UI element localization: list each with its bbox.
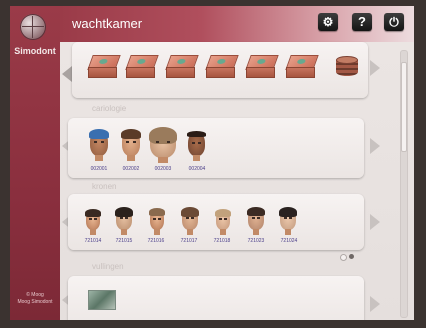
simodont-globe-icon <box>20 14 46 40</box>
case-box-2[interactable] <box>125 55 159 78</box>
pager-dot-1[interactable] <box>340 254 347 261</box>
sidebar-footer: © Moog Moog Simodont <box>17 292 53 305</box>
patient-id-label: 721015 <box>115 238 133 244</box>
category-label-vullingen: vullingen <box>92 262 124 271</box>
patient-id-label: 002002 <box>122 166 140 172</box>
patient-face-721015[interactable] <box>115 207 133 235</box>
patient-id-label: 721017 <box>180 238 198 244</box>
case-box-3[interactable] <box>165 55 199 78</box>
patient-face-002001[interactable] <box>89 129 109 161</box>
patient-face-721023[interactable] <box>247 207 265 235</box>
case-box-5[interactable] <box>245 55 279 78</box>
screen: Simodont © Moog Moog Simodont wachtkamer… <box>10 6 414 320</box>
case-box-6[interactable] <box>285 55 319 78</box>
help-button[interactable]: ? <box>352 13 372 31</box>
patient-id-label: 002003 <box>154 166 172 172</box>
scrollbar-thumb[interactable] <box>401 62 407 152</box>
patient-face-721024[interactable] <box>279 207 297 235</box>
case-cylinder-7[interactable] <box>336 56 358 78</box>
case-thumbnail[interactable] <box>88 290 116 310</box>
scroll-right-arrow-row-2[interactable] <box>370 138 380 154</box>
category-label-kronen: kronen <box>92 182 117 191</box>
scroll-right-arrow-row-1[interactable] <box>370 60 380 76</box>
patient-id-label: 721018 <box>213 238 231 244</box>
patient-face-002002[interactable] <box>121 129 141 161</box>
logo-text: Simodont <box>14 46 56 56</box>
settings-button[interactable]: ⚙ <box>318 13 338 31</box>
patient-face-002004[interactable] <box>187 131 206 161</box>
patient-id-label: 721016 <box>147 238 165 244</box>
patient-face-721016[interactable] <box>149 208 165 235</box>
patient-id-label: 721024 <box>280 238 298 244</box>
help-label: ? <box>358 14 366 29</box>
sidebar: Simodont © Moog Moog Simodont <box>10 6 60 320</box>
patient-id-label: 721014 <box>84 238 102 244</box>
patient-face-721014[interactable] <box>85 209 101 235</box>
patient-face-721018[interactable] <box>215 209 231 235</box>
patient-face-721017[interactable] <box>181 207 199 235</box>
patient-face-002003[interactable] <box>149 127 177 163</box>
case-box-1[interactable] <box>87 55 121 78</box>
gears-icon: ⚙ <box>322 15 334 29</box>
patient-id-label: 002001 <box>90 166 108 172</box>
scroll-right-arrow-row-3[interactable] <box>370 214 380 230</box>
scroll-right-arrow-row-4[interactable] <box>370 296 380 312</box>
patient-id-label: 002004 <box>188 166 206 172</box>
patient-id-label: 721023 <box>247 238 265 244</box>
pager-dot-2-active[interactable] <box>349 254 354 259</box>
power-button[interactable]: ⏻ <box>384 13 404 31</box>
category-label-cariology: cariologie <box>92 104 127 113</box>
page-title: wachtkamer <box>72 16 143 31</box>
case-box-4[interactable] <box>205 55 239 78</box>
power-icon: ⏻ <box>389 15 399 29</box>
case-panel-cariology <box>72 42 368 98</box>
top-bar: wachtkamer ⚙ ? ⏻ <box>60 6 414 42</box>
scroll-left-arrow-row-1[interactable] <box>62 66 72 82</box>
